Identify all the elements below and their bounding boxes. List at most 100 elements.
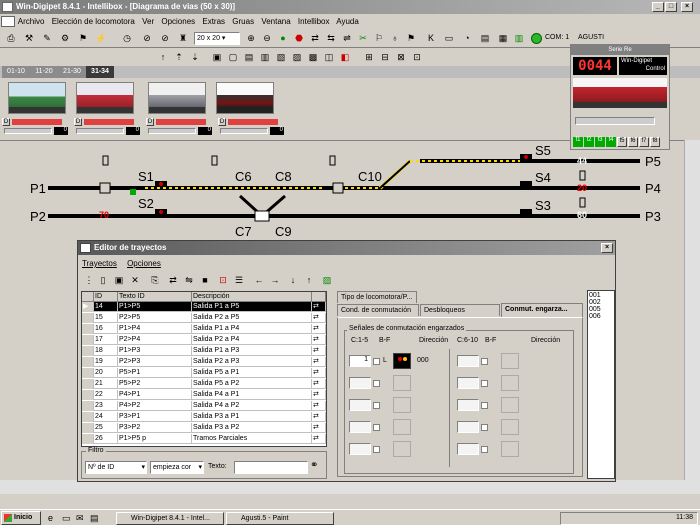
flag-icon[interactable]: ⚑ bbox=[404, 31, 418, 45]
tab-11-20[interactable]: 11-20 bbox=[30, 66, 58, 78]
route2-icon[interactable]: ⇆ bbox=[324, 31, 338, 45]
tab-31-34[interactable]: 31-34 bbox=[86, 66, 114, 78]
panel6-icon[interactable]: ◫ bbox=[322, 50, 336, 64]
c610-input-2[interactable] bbox=[457, 377, 479, 389]
route-edit2-icon[interactable]: ⇋ bbox=[182, 273, 196, 287]
func-f1[interactable]: f1 bbox=[573, 137, 583, 147]
loco-image-1[interactable] bbox=[8, 82, 66, 114]
timer-icon[interactable]: ◔ bbox=[460, 31, 474, 45]
direction-button[interactable]: D bbox=[218, 118, 226, 126]
c610-input-4[interactable] bbox=[457, 421, 479, 433]
outlook-icon[interactable]: ✉ bbox=[76, 513, 84, 524]
route-edit-icon[interactable]: ⇄ bbox=[166, 273, 180, 287]
c15-input-4[interactable] bbox=[349, 421, 371, 433]
task-windigipet[interactable]: Win-Digipet 8.4.1 - Intel... bbox=[116, 512, 224, 525]
layout3-icon[interactable]: ⊠ bbox=[394, 50, 408, 64]
panel7-icon[interactable]: ◧ bbox=[338, 50, 352, 64]
filter-text-input[interactable] bbox=[234, 461, 308, 474]
table-row[interactable]: 21 P5>P2 Salida P5 a P2 ⇄ bbox=[82, 379, 326, 389]
close-button[interactable]: × bbox=[681, 2, 693, 12]
arrow-right-icon[interactable]: → bbox=[268, 273, 282, 287]
folder-icon[interactable]: ▤ bbox=[90, 513, 99, 524]
panel-icon[interactable]: ▤ bbox=[242, 50, 256, 64]
tab-tipo-locomotora[interactable]: Tipo de locomotora/P... bbox=[337, 291, 417, 303]
zoom-in-icon[interactable]: ⊕ bbox=[244, 31, 258, 45]
loco-image-3[interactable] bbox=[148, 82, 206, 114]
minimize-button[interactable]: _ bbox=[652, 2, 664, 12]
bf-checkbox-2[interactable] bbox=[373, 380, 380, 387]
mini-speed-slider[interactable] bbox=[575, 117, 655, 125]
tool2-icon[interactable]: ✎ bbox=[40, 31, 54, 45]
c15-input-1[interactable]: 1 bbox=[349, 355, 371, 367]
switch-icon[interactable]: ✂ bbox=[356, 31, 370, 45]
id-list-item[interactable]: 001 bbox=[589, 292, 613, 299]
save-icon[interactable]: ▣ bbox=[112, 273, 126, 287]
tab-21-30[interactable]: 21-30 bbox=[58, 66, 86, 78]
start-button[interactable]: Inicio bbox=[1, 511, 41, 525]
maximize-button[interactable]: □ bbox=[665, 2, 677, 12]
menu-intellibox[interactable]: Intellibox bbox=[298, 17, 330, 26]
table-row[interactable]: 15 P2>P5 Salida P2 a P5 ⇄ bbox=[82, 313, 326, 323]
filter-field-select[interactable]: Nº de ID ▾ bbox=[85, 461, 147, 474]
bf2-checkbox-3[interactable] bbox=[481, 402, 488, 409]
col-descripcion[interactable]: Descripción bbox=[192, 292, 312, 302]
route-icon[interactable]: ⇄ bbox=[308, 31, 322, 45]
bf2-checkbox-5[interactable] bbox=[481, 446, 488, 453]
id-list-item[interactable]: 005 bbox=[589, 306, 613, 313]
table-row[interactable]: 18 P1>P3 Salida P1 a P3 ⇄ bbox=[82, 346, 326, 356]
func-f2[interactable]: f2 bbox=[584, 137, 594, 147]
arrow-up-icon[interactable]: ↑ bbox=[156, 50, 170, 64]
speed-slider[interactable] bbox=[76, 128, 124, 134]
speed-slider[interactable] bbox=[148, 128, 196, 134]
func-f5[interactable]: f5 bbox=[617, 137, 627, 147]
tab-01-10[interactable]: 01-10 bbox=[2, 66, 30, 78]
bf-checkbox-1[interactable] bbox=[373, 358, 380, 365]
panel5-icon[interactable]: ▩ bbox=[306, 50, 320, 64]
layout-icon[interactable]: ⊞ bbox=[362, 50, 376, 64]
kmh-icon[interactable]: K bbox=[424, 31, 438, 45]
desktop-icon[interactable]: ▭ bbox=[62, 513, 71, 524]
table-row[interactable]: 25 P3>P2 Salida P3 a P2 ⇄ bbox=[82, 423, 326, 433]
table-row[interactable]: ▶ 14 P1>P5 Salida P1 a P5 ⇄ bbox=[82, 302, 326, 312]
menu-opciones[interactable]: Opciones bbox=[161, 17, 195, 26]
tool5-icon[interactable]: ⚡ bbox=[94, 31, 108, 45]
horizontal-scrollbar[interactable] bbox=[0, 480, 700, 494]
bf2-checkbox-4[interactable] bbox=[481, 424, 488, 431]
col-texto-id[interactable]: Texto ID bbox=[118, 292, 192, 302]
direction-button[interactable]: D bbox=[2, 118, 10, 126]
menu-extras[interactable]: Extras bbox=[202, 17, 225, 26]
table-row[interactable]: 26 P1>P5 p Tramos Parciales ⇄ bbox=[82, 434, 326, 444]
loco-icon[interactable]: ♜ bbox=[176, 31, 190, 45]
direction-button[interactable]: D bbox=[74, 118, 82, 126]
table-row[interactable]: 20 P5>P1 Salida P5 a P1 ⇄ bbox=[82, 368, 326, 378]
arrow-up2-icon[interactable]: ⇡ bbox=[172, 50, 186, 64]
func-f3[interactable]: f3 bbox=[595, 137, 605, 147]
window-icon[interactable]: ▣ bbox=[210, 50, 224, 64]
bf-checkbox-3[interactable] bbox=[373, 402, 380, 409]
table-row[interactable]: 19 P2>P3 Salida P2 a P3 ⇄ bbox=[82, 357, 326, 367]
window2-icon[interactable]: ▢ bbox=[226, 50, 240, 64]
table-row[interactable]: 17 P2>P4 Salida P2 a P4 ⇄ bbox=[82, 335, 326, 345]
arrow-up-icon[interactable]: ↑ bbox=[302, 273, 316, 287]
arrow-down-icon[interactable]: ⇣ bbox=[188, 50, 202, 64]
menu-archivo[interactable]: Archivo bbox=[18, 17, 45, 26]
c610-input-5[interactable] bbox=[457, 443, 479, 455]
bf-checkbox-4[interactable] bbox=[373, 424, 380, 431]
no2-icon[interactable]: ⊘ bbox=[158, 31, 172, 45]
c15-input-3[interactable] bbox=[349, 399, 371, 411]
c610-input-1[interactable] bbox=[457, 355, 479, 367]
tool3-icon[interactable]: ⚙ bbox=[58, 31, 72, 45]
task-paint[interactable]: Agusti.5 - Paint bbox=[226, 512, 334, 525]
func-f7[interactable]: f7 bbox=[639, 137, 649, 147]
menu-ayuda[interactable]: Ayuda bbox=[336, 17, 359, 26]
arrow-down-icon[interactable]: ↓ bbox=[286, 273, 300, 287]
tool-icon[interactable]: ⚒ bbox=[22, 31, 36, 45]
bf-checkbox-5[interactable] bbox=[373, 446, 380, 453]
vertical-scrollbar[interactable] bbox=[684, 140, 700, 480]
binoculars-icon[interactable]: ⚭ bbox=[310, 460, 318, 471]
tool6-icon[interactable]: ◷ bbox=[120, 31, 134, 45]
chart-icon[interactable]: ▥ bbox=[512, 31, 526, 45]
tool4-icon[interactable]: ⚑ bbox=[76, 31, 90, 45]
tab-desbloqueos[interactable]: Desbloqueos bbox=[420, 304, 500, 316]
new-icon[interactable]: ▯ bbox=[96, 273, 110, 287]
